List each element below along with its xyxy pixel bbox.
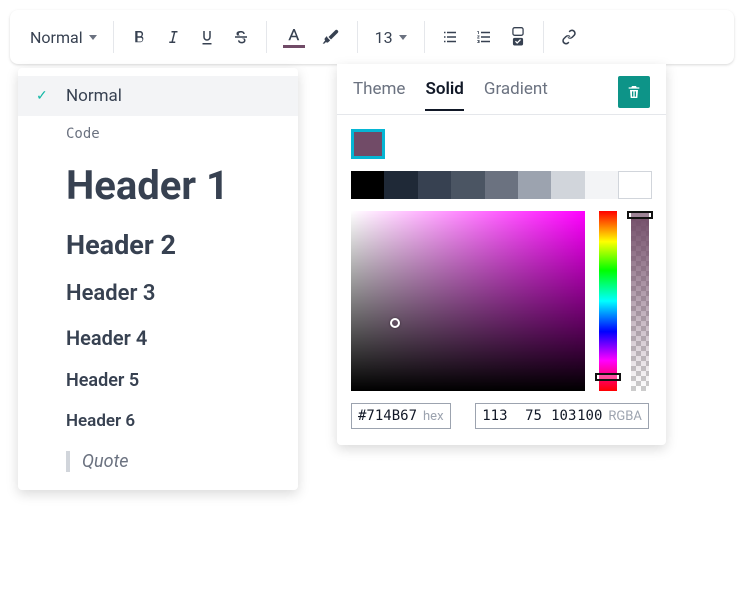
- format-item-label: Header 6: [66, 411, 135, 431]
- editor-toolbar: Normal 13: [10, 10, 734, 64]
- tab-gradient[interactable]: Gradient: [484, 79, 548, 111]
- format-item-quote[interactable]: Quote: [18, 441, 298, 482]
- format-item-h2[interactable]: Header 2: [18, 219, 298, 271]
- rgba-value: 113 75 103100: [482, 408, 603, 424]
- checklist-icon: [509, 26, 527, 48]
- underline-button[interactable]: [190, 17, 224, 57]
- divider: [424, 21, 425, 53]
- format-item-label: Header 2: [66, 229, 176, 261]
- font-color-icon: [285, 27, 303, 43]
- palette-swatch[interactable]: [585, 171, 618, 199]
- rgba-input[interactable]: 113 75 103100 RGBA: [475, 403, 649, 429]
- selected-color-swatch[interactable]: [351, 129, 385, 159]
- format-item-normal[interactable]: ✓ Normal: [18, 76, 298, 116]
- tab-theme[interactable]: Theme: [353, 79, 405, 111]
- chevron-down-icon: [399, 35, 407, 40]
- format-item-label: Header 3: [66, 281, 155, 306]
- hex-input[interactable]: #714B67 hex: [351, 403, 451, 429]
- chevron-down-icon: [89, 35, 97, 40]
- font-size-select[interactable]: 13: [366, 17, 416, 57]
- trash-icon: [626, 84, 642, 100]
- italic-icon: [164, 28, 182, 46]
- bullet-list-button[interactable]: [433, 17, 467, 57]
- italic-button[interactable]: [156, 17, 190, 57]
- color-picker-tabs: Theme Solid Gradient: [337, 64, 666, 115]
- palette-swatch[interactable]: [518, 171, 551, 199]
- hex-value: #714B67: [358, 408, 417, 424]
- link-button[interactable]: [552, 17, 586, 57]
- link-icon: [560, 28, 578, 46]
- palette-swatch[interactable]: [551, 171, 584, 199]
- palette-swatch[interactable]: [451, 171, 484, 199]
- format-item-label: Quote: [66, 451, 129, 472]
- palette-swatch[interactable]: [485, 171, 518, 199]
- palette-swatch[interactable]: [384, 171, 417, 199]
- format-item-label: Code: [66, 126, 100, 142]
- numbered-list-icon: [475, 28, 493, 46]
- format-select[interactable]: Normal: [22, 17, 105, 57]
- font-size-value: 13: [375, 28, 393, 47]
- saturation-cursor[interactable]: [390, 318, 400, 328]
- alpha-slider[interactable]: [631, 211, 649, 391]
- clear-color-button[interactable]: [618, 76, 650, 108]
- format-select-label: Normal: [30, 28, 83, 47]
- format-item-h6[interactable]: Header 6: [18, 401, 298, 441]
- divider: [357, 21, 358, 53]
- format-item-code[interactable]: Code: [18, 116, 298, 152]
- paint-brush-icon: [321, 27, 341, 47]
- format-item-h1[interactable]: Header 1: [18, 152, 298, 219]
- color-picker-popup: Theme Solid Gradient #714B67 hex: [337, 64, 666, 445]
- saturation-lightness-area[interactable]: [351, 211, 585, 391]
- numbered-list-button[interactable]: [467, 17, 501, 57]
- bold-icon: [130, 28, 148, 46]
- divider: [113, 21, 114, 53]
- hex-suffix: hex: [423, 409, 444, 424]
- hue-slider[interactable]: [599, 211, 617, 391]
- divider: [543, 21, 544, 53]
- alpha-overlay: [631, 211, 649, 391]
- alpha-handle[interactable]: [627, 211, 653, 219]
- font-color-underline: [283, 45, 305, 48]
- palette-swatch[interactable]: [618, 171, 652, 199]
- format-item-label: Header 5: [66, 370, 139, 391]
- format-item-label: Header 4: [66, 326, 147, 350]
- tab-solid[interactable]: Solid: [425, 79, 463, 111]
- strikethrough-button[interactable]: [224, 17, 258, 57]
- divider: [266, 21, 267, 53]
- format-item-label: Header 1: [66, 162, 229, 209]
- strikethrough-icon: [232, 28, 250, 46]
- highlight-button[interactable]: [313, 17, 349, 57]
- format-dropdown: ✓ Normal Code Header 1 Header 2 Header 3 Heade…: [18, 68, 298, 490]
- palette-swatch[interactable]: [351, 171, 384, 199]
- check-icon: ✓: [36, 88, 48, 104]
- format-item-h5[interactable]: Header 5: [18, 360, 298, 401]
- format-item-h4[interactable]: Header 4: [18, 316, 298, 360]
- hue-handle[interactable]: [595, 373, 621, 381]
- font-color-button[interactable]: [275, 17, 313, 57]
- bold-button[interactable]: [122, 17, 156, 57]
- grayscale-palette: [351, 171, 652, 199]
- underline-icon: [198, 28, 216, 46]
- palette-swatch[interactable]: [418, 171, 451, 199]
- rgba-suffix: RGBA: [608, 409, 641, 424]
- format-item-h3[interactable]: Header 3: [18, 271, 298, 316]
- checklist-button[interactable]: [501, 17, 535, 57]
- bullet-list-icon: [441, 28, 459, 46]
- format-item-label: Normal: [66, 86, 122, 106]
